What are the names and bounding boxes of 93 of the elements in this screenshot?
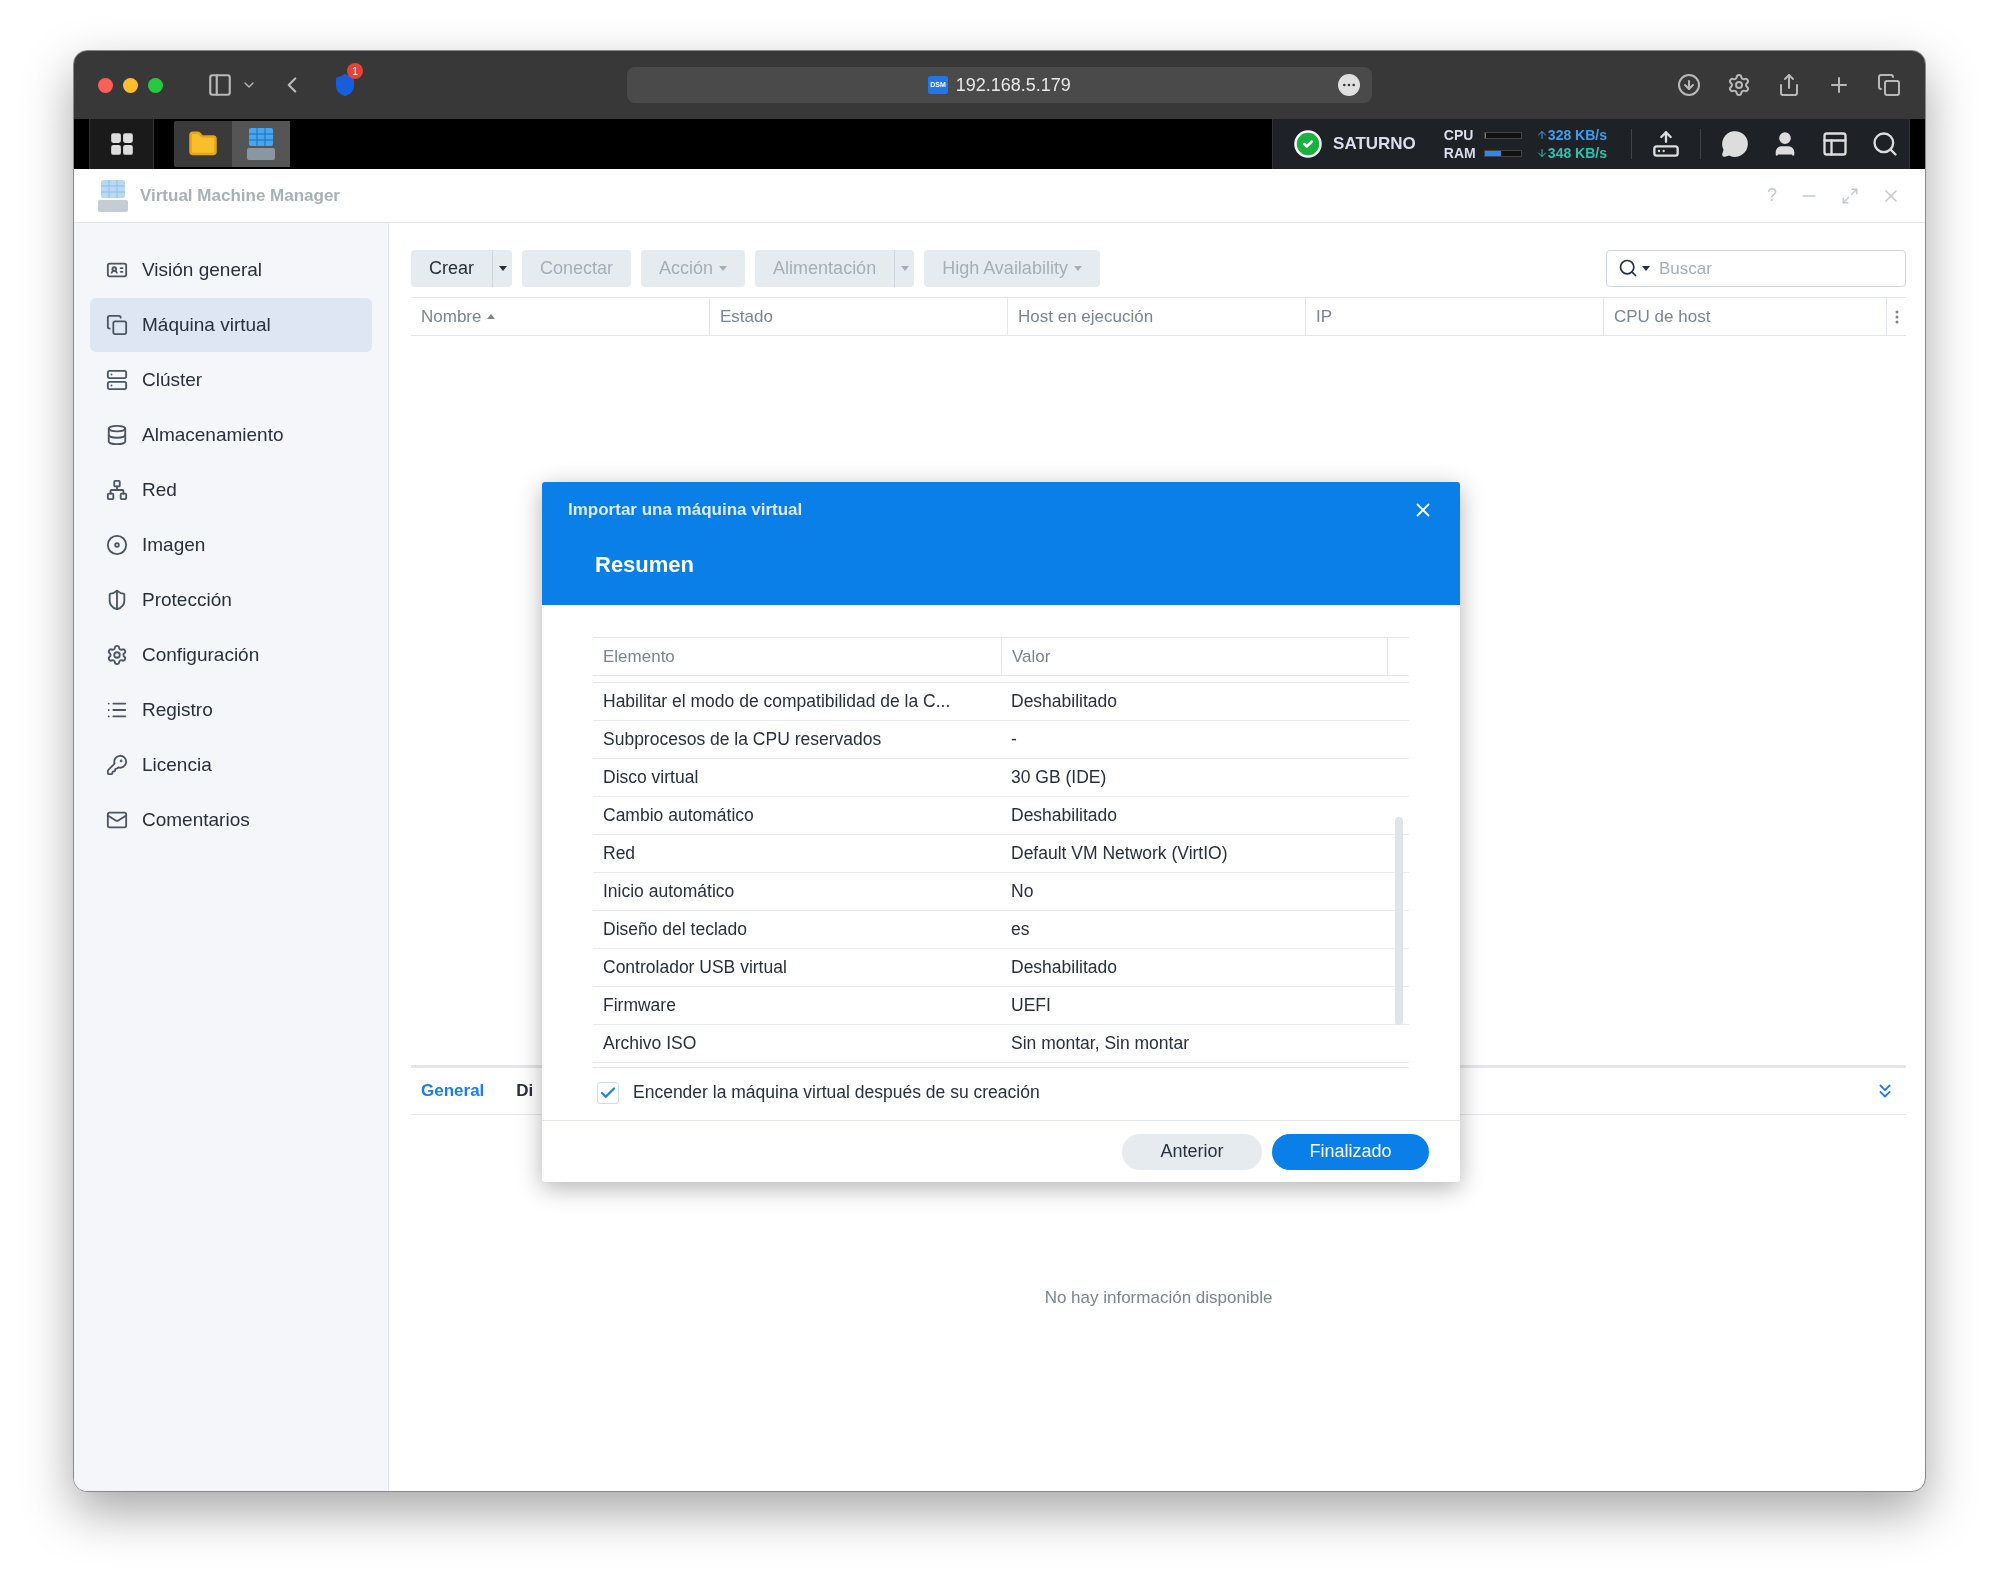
- table-cell-text: 30 GB (IDE): [1010, 766, 1108, 790]
- download-icon: [1535, 147, 1548, 159]
- checkbox-label: Encender la máquina virtual después de su creación: [633, 1081, 1040, 1105]
- sidebar-item[interactable]: Comentarios: [90, 793, 372, 847]
- close-window-button[interactable]: [98, 77, 113, 93]
- dialog-title: Importar una máquina virtual: [568, 499, 803, 521]
- table-cell-text: Default VM Network (VirtIO): [1010, 842, 1229, 866]
- table-cell-text: Sin montar, Sin montar: [1010, 1032, 1190, 1056]
- more-icon[interactable]: [1338, 74, 1360, 96]
- caret-icon: [1642, 265, 1650, 271]
- caret-icon: [900, 266, 909, 271]
- table-cell-text: Deshabilitado: [1010, 956, 1119, 980]
- column-header: Elemento: [602, 645, 676, 668]
- download-icon[interactable]: [1677, 73, 1701, 97]
- sidebar-icon: [106, 534, 128, 556]
- search-icon[interactable]: [1871, 130, 1899, 158]
- sort-ascending-icon: [487, 314, 496, 319]
- app-icon: [98, 179, 128, 212]
- tabs-icon[interactable]: [1877, 73, 1901, 97]
- sidebar-item[interactable]: Almacenamiento: [90, 408, 372, 462]
- cpu-label: CPU: [1443, 126, 1475, 144]
- minimize-window-button[interactable]: [123, 77, 138, 93]
- detail-tab[interactable]: General: [421, 1068, 485, 1114]
- upload-icon: [1535, 129, 1548, 141]
- ram-label: RAM: [1443, 144, 1477, 162]
- detail-tab[interactable]: Di: [516, 1068, 534, 1114]
- table-cell-text: -: [1010, 728, 1018, 752]
- caret-icon: [1073, 266, 1082, 271]
- sidebar-icon: [106, 314, 128, 336]
- sidebar-item[interactable]: Registro: [90, 683, 372, 737]
- table-cell-text: Disco virtual: [602, 766, 700, 790]
- column-header[interactable]: CPU de host: [1603, 298, 1886, 335]
- table-cell-text: Cambio automático: [602, 804, 755, 828]
- sidebar-item[interactable]: Red: [90, 463, 372, 517]
- table-cell-text: Firmware: [602, 994, 677, 1018]
- app-title: Virtual Machine Manager: [140, 184, 340, 207]
- zoom-window-button[interactable]: [148, 77, 163, 93]
- sidebar-icon: [106, 809, 128, 831]
- sidebar-item[interactable]: Licencia: [90, 738, 372, 792]
- column-header[interactable]: Host en ejecución: [1007, 298, 1305, 335]
- sidebar-icon: [106, 479, 128, 501]
- sidebar-item[interactable]: Máquina virtual: [90, 298, 372, 352]
- sidebar-item[interactable]: Configuración: [90, 628, 372, 682]
- notification-badge: 1: [347, 63, 363, 79]
- table-cell-text: Subprocesos de la CPU reservados: [602, 728, 883, 752]
- table-cell-text: Habilitar el modo de compatibilidad de la C...: [602, 690, 952, 714]
- table-cell-text: Red: [602, 842, 637, 866]
- upload-tray-icon[interactable]: [1652, 130, 1680, 158]
- column-header[interactable]: Estado: [709, 298, 1007, 335]
- checkbox[interactable]: [597, 1081, 619, 1104]
- upload-rate: 328 KB/s: [1547, 126, 1607, 144]
- sidebar-item[interactable]: Clúster: [90, 353, 372, 407]
- download-rate: 348 KB/s: [1547, 144, 1607, 162]
- scrollbar-thumb[interactable]: [1395, 817, 1403, 1025]
- table-cell-text: Deshabilitado: [1010, 690, 1119, 714]
- sidebar-icon: [106, 369, 128, 391]
- dialog-button[interactable]: Finalizado: [1272, 1133, 1429, 1170]
- step-title: Resumen: [595, 550, 696, 579]
- sidebar-icon: [106, 644, 128, 666]
- sidebar-item[interactable]: Imagen: [90, 518, 372, 572]
- table-cell-text: Inicio automático: [602, 880, 736, 904]
- address-text: 192.168.5.179: [955, 73, 1071, 97]
- settings-icon[interactable]: [1727, 73, 1751, 97]
- column-header[interactable]: IP: [1305, 298, 1603, 335]
- sidebar-icon: [106, 589, 128, 611]
- table-cell-text: Controlador USB virtual: [602, 956, 788, 980]
- table-cell-text: es: [1010, 918, 1031, 942]
- status-ok-icon: [1293, 129, 1324, 159]
- share-icon[interactable]: [1777, 73, 1801, 97]
- sidebar-icon: [106, 424, 128, 446]
- search-icon: [1618, 258, 1638, 278]
- main-menu-icon[interactable]: [108, 131, 135, 157]
- widgets-icon[interactable]: [1821, 130, 1849, 158]
- table-cell-text: Deshabilitado: [1010, 804, 1119, 828]
- sidebar-item[interactable]: Visión general: [90, 243, 372, 297]
- column-header[interactable]: Nombre: [411, 298, 709, 335]
- vm-app-icon[interactable]: [247, 128, 275, 160]
- column-header: Valor: [1001, 638, 1387, 675]
- sidebar-icon: [106, 754, 128, 776]
- column-menu-icon[interactable]: [1894, 309, 1899, 324]
- empty-message: No hay información disponible: [1044, 1287, 1273, 1310]
- server-name: SATURNO: [1333, 133, 1416, 156]
- caret-icon: [719, 266, 728, 271]
- chat-icon[interactable]: [1721, 130, 1749, 158]
- sidebar-item[interactable]: Protección: [90, 573, 372, 627]
- search-field[interactable]: Buscar: [1606, 250, 1906, 287]
- table-cell-text: No: [1010, 880, 1035, 904]
- table-cell-text: Archivo ISO: [602, 1032, 698, 1056]
- table-cell-text: UEFI: [1010, 994, 1052, 1018]
- table-cell-text: Diseño del teclado: [602, 918, 748, 942]
- sidebar-toggle-icon[interactable]: [207, 72, 233, 98]
- caret-icon: [498, 266, 507, 271]
- dialog-button[interactable]: Anterior: [1122, 1133, 1262, 1170]
